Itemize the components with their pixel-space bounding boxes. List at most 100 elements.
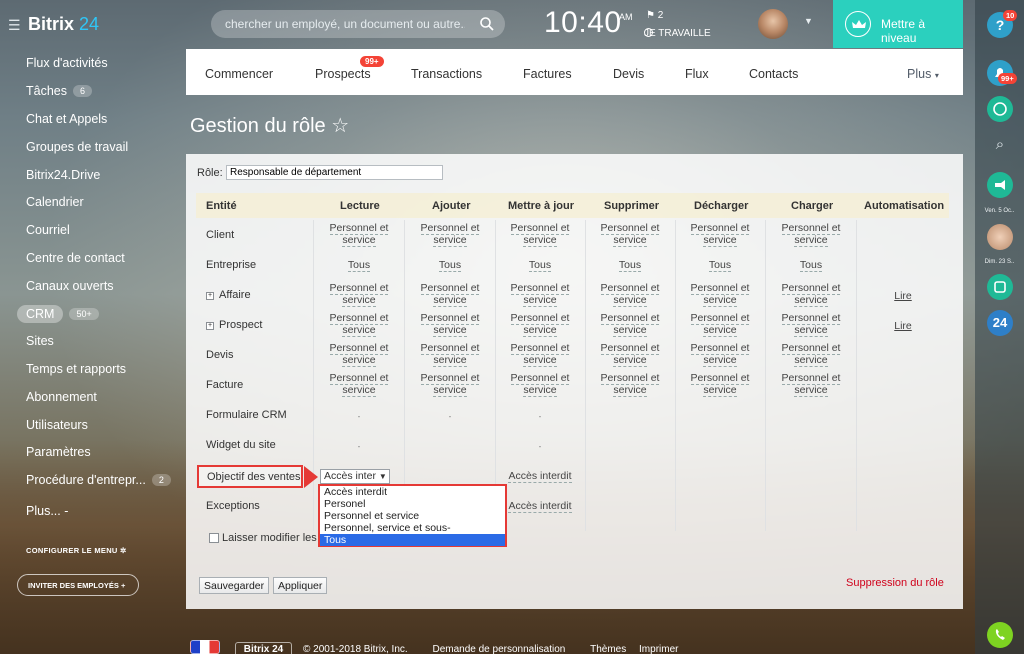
sidebar-item-utilisateurs[interactable]: Utilisateurs bbox=[26, 418, 88, 432]
automation-cell[interactable]: Lire bbox=[858, 320, 948, 332]
phone-icon[interactable] bbox=[987, 622, 1013, 648]
search-box[interactable] bbox=[211, 10, 505, 38]
dropdown-option[interactable]: Personel bbox=[320, 498, 505, 510]
dropdown-option[interactable]: Personnel et service bbox=[320, 510, 505, 522]
dropdown-option[interactable]: Personnel, service et sous-départements bbox=[320, 522, 505, 546]
permission-cell[interactable]: Personnel et service bbox=[587, 222, 673, 247]
permission-cell[interactable]: - bbox=[497, 442, 583, 451]
sidebar-item-procedure[interactable]: Procédure d'entrepr... 2 bbox=[26, 473, 171, 487]
search-input[interactable] bbox=[225, 15, 465, 33]
footer-themes-link[interactable]: Thèmes bbox=[590, 644, 626, 654]
permission-cell[interactable]: Personnel et service bbox=[768, 342, 854, 367]
tab-more[interactable]: Plus ▾ bbox=[907, 67, 939, 81]
read-permission-select[interactable]: Accès inter ▼ bbox=[320, 469, 390, 484]
sidebar-item-sites[interactable]: Sites bbox=[26, 334, 54, 348]
upgrade-button[interactable]: Mettre à niveau bbox=[833, 0, 963, 48]
tab-factures[interactable]: Factures bbox=[523, 67, 572, 81]
tab-transactions[interactable]: Transactions bbox=[411, 67, 482, 81]
sidebar-item-calendrier[interactable]: Calendrier bbox=[26, 195, 84, 209]
invite-employees-button[interactable]: INVITER DES EMPLOYÉS + bbox=[17, 574, 139, 596]
tab-commencer[interactable]: Commencer bbox=[205, 67, 273, 81]
permission-cell[interactable]: Tous bbox=[407, 259, 493, 272]
permission-cell[interactable]: Personnel et service bbox=[497, 342, 583, 367]
permission-cell[interactable]: Personnel et service bbox=[768, 312, 854, 337]
sidebar-item-plus[interactable]: Plus... - bbox=[26, 504, 68, 518]
permission-cell[interactable]: Accès interdit bbox=[497, 470, 583, 483]
tab-prospects[interactable]: Prospects bbox=[315, 67, 371, 81]
language-flag-icon[interactable] bbox=[190, 640, 220, 654]
tab-flux[interactable]: Flux bbox=[685, 67, 709, 81]
dropdown-option[interactable]: Accès interdit bbox=[320, 486, 505, 498]
automation-cell[interactable]: Lire bbox=[858, 290, 948, 302]
role-name-input[interactable] bbox=[226, 165, 443, 180]
permission-cell[interactable]: Personnel et service bbox=[677, 342, 763, 367]
permission-cell[interactable]: Personnel et service bbox=[677, 282, 763, 307]
sidebar-item-abonnement[interactable]: Abonnement bbox=[26, 390, 97, 404]
permission-cell[interactable]: - bbox=[497, 412, 583, 421]
expand-icon[interactable]: + bbox=[206, 292, 214, 300]
sidebar-item-courriel[interactable]: Courriel bbox=[26, 223, 70, 237]
footer-customize-link[interactable]: Demande de personnalisation bbox=[432, 644, 565, 654]
sidebar-item-crm[interactable]: CRM 50+ bbox=[17, 305, 99, 323]
permission-cell[interactable]: Personnel et service bbox=[497, 282, 583, 307]
permission-cell[interactable]: Personnel et service bbox=[587, 372, 673, 397]
permission-cell[interactable]: Personnel et service bbox=[768, 372, 854, 397]
dropdown-option-selected[interactable]: Tous bbox=[320, 534, 505, 546]
search-icon[interactable] bbox=[479, 16, 495, 32]
sidebar-item-flux[interactable]: Flux d'activités bbox=[26, 56, 108, 70]
sidebar-item-taches[interactable]: Tâches 6 bbox=[26, 84, 93, 98]
permission-cell[interactable]: Personnel et service bbox=[497, 222, 583, 247]
permission-cell[interactable]: Personnel et service bbox=[316, 222, 402, 247]
permission-cell[interactable]: - bbox=[316, 412, 402, 421]
sidebar-item-groupes[interactable]: Groupes de travail bbox=[26, 140, 128, 154]
entity-prospect[interactable]: + Prospect bbox=[206, 319, 262, 331]
permission-cell[interactable]: Personnel et service bbox=[316, 312, 402, 337]
configure-menu-button[interactable]: CONFIGURER LE MENU ✲ bbox=[26, 546, 127, 555]
permission-cell[interactable]: Tous bbox=[497, 259, 583, 272]
sidebar-item-contact-center[interactable]: Centre de contact bbox=[26, 251, 125, 265]
chat-icon[interactable] bbox=[987, 96, 1013, 122]
permission-cell[interactable]: Tous bbox=[768, 259, 854, 272]
contact-avatar-icon[interactable] bbox=[987, 224, 1013, 250]
permission-dropdown-list[interactable]: Accès interdit Personel Personnel et ser… bbox=[318, 484, 507, 547]
permission-cell[interactable]: Personnel et service bbox=[407, 372, 493, 397]
entity-affaire[interactable]: + Affaire bbox=[206, 289, 251, 301]
menu-icon[interactable]: ☰ bbox=[8, 17, 22, 34]
work-status[interactable]: JE TRAVAILLE bbox=[644, 28, 711, 39]
permission-cell[interactable]: Personnel et service bbox=[407, 222, 493, 247]
search-rail-icon[interactable]: ⌕ bbox=[987, 132, 1013, 158]
permission-cell[interactable]: Personnel et service bbox=[677, 372, 763, 397]
delete-role-link[interactable]: Suppression du rôle bbox=[846, 577, 944, 589]
save-button[interactable]: Sauvegarder bbox=[199, 577, 270, 594]
permission-cell[interactable]: Personnel et service bbox=[407, 312, 493, 337]
permission-cell[interactable]: Accès interdit bbox=[497, 500, 583, 513]
permission-cell[interactable]: Personnel et service bbox=[768, 222, 854, 247]
permission-cell[interactable]: Personnel et service bbox=[587, 342, 673, 367]
permission-cell[interactable]: Tous bbox=[677, 259, 763, 272]
permission-cell[interactable]: - bbox=[316, 442, 402, 451]
permission-cell[interactable]: Personnel et service bbox=[677, 222, 763, 247]
permission-cell[interactable]: - bbox=[407, 412, 493, 421]
flag-counter[interactable]: ⚑ 2 bbox=[646, 10, 663, 21]
permission-cell[interactable]: Personnel et service bbox=[407, 342, 493, 367]
permission-cell[interactable]: Personnel et service bbox=[316, 372, 402, 397]
permission-cell[interactable]: Personnel et service bbox=[316, 282, 402, 307]
sidebar-item-chat[interactable]: Chat et Appels bbox=[26, 112, 107, 126]
megaphone-icon[interactable] bbox=[987, 172, 1013, 198]
tab-devis[interactable]: Devis bbox=[613, 67, 644, 81]
apply-button[interactable]: Appliquer bbox=[273, 577, 328, 594]
sidebar-item-parametres[interactable]: Paramètres bbox=[26, 445, 91, 459]
avatar[interactable] bbox=[758, 9, 788, 39]
permission-cell[interactable]: Personnel et service bbox=[497, 312, 583, 337]
permission-cell[interactable]: Personnel et service bbox=[316, 342, 402, 367]
footer-print-link[interactable]: Imprimer bbox=[639, 644, 678, 654]
expand-icon[interactable]: + bbox=[206, 322, 214, 330]
permission-cell[interactable]: Personnel et service bbox=[587, 312, 673, 337]
sidebar-item-temps[interactable]: Temps et rapports bbox=[26, 362, 126, 376]
permission-cell[interactable]: Personnel et service bbox=[677, 312, 763, 337]
open-lines-icon[interactable] bbox=[987, 274, 1013, 300]
tab-contacts[interactable]: Contacts bbox=[749, 67, 798, 81]
permission-cell[interactable]: Tous bbox=[587, 259, 673, 272]
star-icon[interactable]: ☆ bbox=[331, 115, 349, 137]
sidebar-item-drive[interactable]: Bitrix24.Drive bbox=[26, 168, 100, 182]
